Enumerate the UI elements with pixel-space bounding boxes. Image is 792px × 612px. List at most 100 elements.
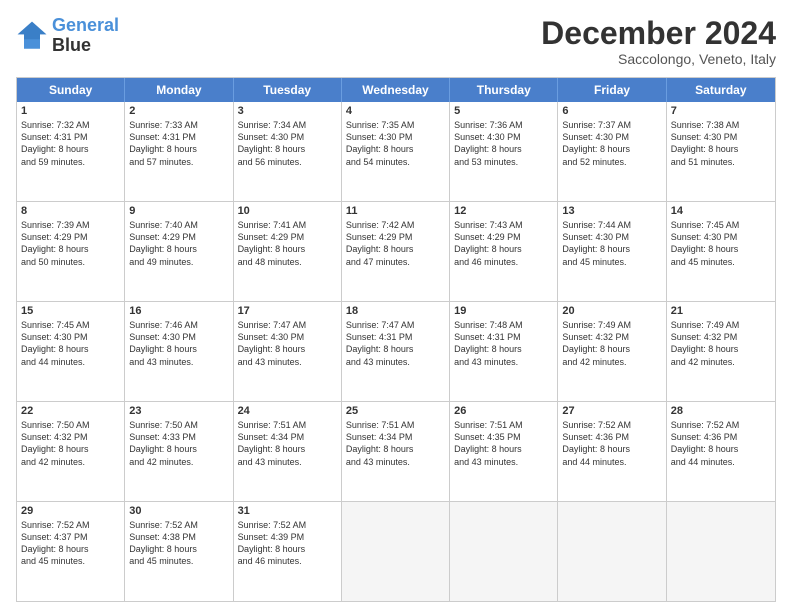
cell-info: Sunrise: 7:37 AMSunset: 4:30 PMDaylight:… xyxy=(562,119,661,168)
cell-info: Sunrise: 7:38 AMSunset: 4:30 PMDaylight:… xyxy=(671,119,771,168)
calendar-cell: 5 Sunrise: 7:36 AMSunset: 4:30 PMDaylight… xyxy=(450,102,558,201)
cell-info: Sunrise: 7:52 AMSunset: 4:36 PMDaylight:… xyxy=(562,419,661,468)
calendar-cell xyxy=(342,502,450,601)
cell-info: Sunrise: 7:35 AMSunset: 4:30 PMDaylight:… xyxy=(346,119,445,168)
cell-info: Sunrise: 7:49 AMSunset: 4:32 PMDaylight:… xyxy=(562,319,661,368)
day-number: 13 xyxy=(562,205,661,217)
calendar-cell: 6 Sunrise: 7:37 AMSunset: 4:30 PMDaylight… xyxy=(558,102,666,201)
cell-info: Sunrise: 7:50 AMSunset: 4:32 PMDaylight:… xyxy=(21,419,120,468)
day-number: 3 xyxy=(238,105,337,117)
calendar-row: 29 Sunrise: 7:52 AMSunset: 4:37 PMDayligh… xyxy=(17,501,775,601)
day-number: 5 xyxy=(454,105,553,117)
calendar-cell: 15 Sunrise: 7:45 AMSunset: 4:30 PMDayligh… xyxy=(17,302,125,401)
day-number: 31 xyxy=(238,505,337,517)
calendar-cell: 30 Sunrise: 7:52 AMSunset: 4:38 PMDayligh… xyxy=(125,502,233,601)
calendar-header: SundayMondayTuesdayWednesdayThursdayFrid… xyxy=(17,78,775,102)
calendar-row: 1Sunrise: 7:32 AMSunset: 4:31 PMDaylight… xyxy=(17,102,775,201)
day-number: 6 xyxy=(562,105,661,117)
month-title: December 2024 xyxy=(541,16,776,51)
calendar-cell: 21Sunrise: 7:49 AMSunset: 4:32 PMDayligh… xyxy=(667,302,775,401)
day-number: 14 xyxy=(671,205,771,217)
logo-text: General Blue xyxy=(52,16,119,56)
day-number: 2 xyxy=(129,105,228,117)
day-number: 16 xyxy=(129,305,228,317)
calendar-cell: 20Sunrise: 7:49 AMSunset: 4:32 PMDayligh… xyxy=(558,302,666,401)
calendar-row: 22 Sunrise: 7:50 AMSunset: 4:32 PMDayligh… xyxy=(17,401,775,501)
day-number: 15 xyxy=(21,305,120,317)
cell-info: Sunrise: 7:51 AMSunset: 4:35 PMDaylight:… xyxy=(454,419,553,468)
calendar-cell: 11 Sunrise: 7:42 AMSunset: 4:29 PMDayligh… xyxy=(342,202,450,301)
day-number: 4 xyxy=(346,105,445,117)
day-number: 19 xyxy=(454,305,553,317)
calendar-cell: 18 Sunrise: 7:47 AMSunset: 4:31 PMDayligh… xyxy=(342,302,450,401)
weekday-header: Wednesday xyxy=(342,78,450,102)
day-number: 22 xyxy=(21,405,120,417)
calendar-cell xyxy=(450,502,558,601)
header: General Blue December 2024 Saccolongo, V… xyxy=(16,16,776,67)
calendar-cell: 24 Sunrise: 7:51 AMSunset: 4:34 PMDayligh… xyxy=(234,402,342,501)
calendar-cell: 29 Sunrise: 7:52 AMSunset: 4:37 PMDayligh… xyxy=(17,502,125,601)
cell-info: Sunrise: 7:39 AMSunset: 4:29 PMDaylight:… xyxy=(21,219,120,268)
day-number: 29 xyxy=(21,505,120,517)
cell-info: Sunrise: 7:50 AMSunset: 4:33 PMDaylight:… xyxy=(129,419,228,468)
logo-icon xyxy=(16,20,48,52)
logo-line1: General xyxy=(52,15,119,35)
day-number: 8 xyxy=(21,205,120,217)
calendar-row: 15 Sunrise: 7:45 AMSunset: 4:30 PMDayligh… xyxy=(17,301,775,401)
day-number: 18 xyxy=(346,305,445,317)
day-number: 28 xyxy=(671,405,771,417)
day-number: 1 xyxy=(21,105,120,117)
calendar-cell xyxy=(558,502,666,601)
day-number: 25 xyxy=(346,405,445,417)
page: General Blue December 2024 Saccolongo, V… xyxy=(0,0,792,612)
cell-info: Sunrise: 7:52 AMSunset: 4:36 PMDaylight:… xyxy=(671,419,771,468)
cell-info: Sunrise: 7:40 AMSunset: 4:29 PMDaylight:… xyxy=(129,219,228,268)
calendar-cell: 7 Sunrise: 7:38 AMSunset: 4:30 PMDaylight… xyxy=(667,102,775,201)
weekday-header: Tuesday xyxy=(234,78,342,102)
calendar-cell: 1Sunrise: 7:32 AMSunset: 4:31 PMDaylight… xyxy=(17,102,125,201)
cell-info: Sunrise: 7:48 AMSunset: 4:31 PMDaylight:… xyxy=(454,319,553,368)
calendar-cell: 31 Sunrise: 7:52 AMSunset: 4:39 PMDayligh… xyxy=(234,502,342,601)
day-number: 7 xyxy=(671,105,771,117)
calendar-cell: 12Sunrise: 7:43 AMSunset: 4:29 PMDayligh… xyxy=(450,202,558,301)
day-number: 24 xyxy=(238,405,337,417)
weekday-header: Friday xyxy=(558,78,666,102)
day-number: 26 xyxy=(454,405,553,417)
cell-info: Sunrise: 7:49 AMSunset: 4:32 PMDaylight:… xyxy=(671,319,771,368)
day-number: 10 xyxy=(238,205,337,217)
cell-info: Sunrise: 7:33 AMSunset: 4:31 PMDaylight:… xyxy=(129,119,228,168)
cell-info: Sunrise: 7:43 AMSunset: 4:29 PMDaylight:… xyxy=(454,219,553,268)
calendar-cell: 8 Sunrise: 7:39 AMSunset: 4:29 PMDaylight… xyxy=(17,202,125,301)
cell-info: Sunrise: 7:52 AMSunset: 4:37 PMDaylight:… xyxy=(21,519,120,568)
calendar-cell: 25Sunrise: 7:51 AMSunset: 4:34 PMDayligh… xyxy=(342,402,450,501)
location-title: Saccolongo, Veneto, Italy xyxy=(541,51,776,67)
calendar-cell: 17 Sunrise: 7:47 AMSunset: 4:30 PMDayligh… xyxy=(234,302,342,401)
calendar-cell: 13Sunrise: 7:44 AMSunset: 4:30 PMDayligh… xyxy=(558,202,666,301)
day-number: 30 xyxy=(129,505,228,517)
cell-info: Sunrise: 7:36 AMSunset: 4:30 PMDaylight:… xyxy=(454,119,553,168)
cell-info: Sunrise: 7:47 AMSunset: 4:30 PMDaylight:… xyxy=(238,319,337,368)
calendar-cell: 4 Sunrise: 7:35 AMSunset: 4:30 PMDaylight… xyxy=(342,102,450,201)
logo-area: General Blue xyxy=(16,16,119,56)
calendar-cell: 14 Sunrise: 7:45 AMSunset: 4:30 PMDayligh… xyxy=(667,202,775,301)
calendar: SundayMondayTuesdayWednesdayThursdayFrid… xyxy=(16,77,776,602)
calendar-cell: 19 Sunrise: 7:48 AMSunset: 4:31 PMDayligh… xyxy=(450,302,558,401)
day-number: 27 xyxy=(562,405,661,417)
cell-info: Sunrise: 7:51 AMSunset: 4:34 PMDaylight:… xyxy=(238,419,337,468)
cell-info: Sunrise: 7:47 AMSunset: 4:31 PMDaylight:… xyxy=(346,319,445,368)
calendar-cell: 2 Sunrise: 7:33 AMSunset: 4:31 PMDaylight… xyxy=(125,102,233,201)
calendar-cell: 10 Sunrise: 7:41 AMSunset: 4:29 PMDayligh… xyxy=(234,202,342,301)
day-number: 9 xyxy=(129,205,228,217)
cell-info: Sunrise: 7:52 AMSunset: 4:38 PMDaylight:… xyxy=(129,519,228,568)
day-number: 17 xyxy=(238,305,337,317)
cell-info: Sunrise: 7:45 AMSunset: 4:30 PMDaylight:… xyxy=(21,319,120,368)
cell-info: Sunrise: 7:45 AMSunset: 4:30 PMDaylight:… xyxy=(671,219,771,268)
day-number: 11 xyxy=(346,205,445,217)
cell-info: Sunrise: 7:42 AMSunset: 4:29 PMDaylight:… xyxy=(346,219,445,268)
weekday-header: Saturday xyxy=(667,78,775,102)
cell-info: Sunrise: 7:41 AMSunset: 4:29 PMDaylight:… xyxy=(238,219,337,268)
calendar-body: 1Sunrise: 7:32 AMSunset: 4:31 PMDaylight… xyxy=(17,102,775,601)
cell-info: Sunrise: 7:34 AMSunset: 4:30 PMDaylight:… xyxy=(238,119,337,168)
cell-info: Sunrise: 7:52 AMSunset: 4:39 PMDaylight:… xyxy=(238,519,337,568)
calendar-cell: 26 Sunrise: 7:51 AMSunset: 4:35 PMDayligh… xyxy=(450,402,558,501)
